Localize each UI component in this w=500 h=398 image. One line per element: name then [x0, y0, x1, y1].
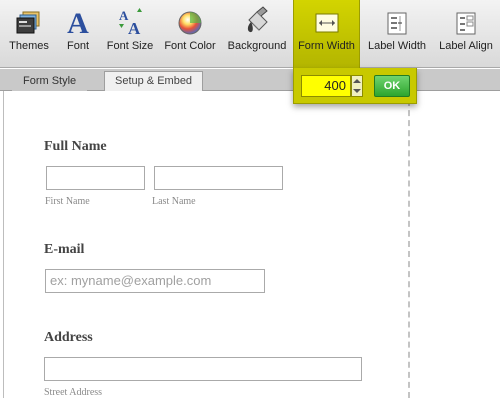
address-label: Address: [44, 330, 93, 345]
street-address-input[interactable]: [44, 357, 362, 381]
full-name-label: Full Name: [44, 139, 107, 154]
label-align-icon: [451, 0, 481, 36]
tab-bar: Form Style Setup & Embed: [0, 69, 500, 91]
tab-setup-embed[interactable]: Setup & Embed: [104, 71, 204, 91]
font-icon: A: [63, 0, 93, 36]
themes-icon: [14, 0, 44, 36]
label-width-label: Label Width: [367, 40, 427, 52]
font-size-label: Font Size: [106, 40, 154, 52]
tab-form-style[interactable]: Form Style: [12, 71, 88, 91]
first-name-input[interactable]: [46, 166, 145, 190]
form-width-button[interactable]: Form Width: [293, 0, 360, 68]
form-width-input[interactable]: 400: [301, 75, 351, 97]
svg-text:A: A: [128, 19, 141, 36]
form-width-icon: [312, 0, 342, 36]
form-width-label: Form Width: [298, 40, 355, 52]
label-width-button[interactable]: Label Width: [365, 0, 429, 68]
street-address-sublabel: Street Address: [44, 387, 103, 398]
background-label: Background: [227, 40, 287, 52]
font-button[interactable]: A Font: [60, 0, 96, 68]
label-align-label: Label Align: [439, 40, 493, 52]
label-width-icon: [382, 0, 412, 36]
form-width-guide[interactable]: [408, 100, 410, 398]
font-label: Font: [66, 40, 89, 52]
themes-button[interactable]: Themes: [4, 0, 54, 68]
font-color-icon: [175, 0, 205, 36]
email-input[interactable]: ex: myname@example.com: [45, 269, 265, 293]
font-size-icon: A A: [115, 0, 145, 36]
last-name-input[interactable]: [154, 166, 283, 190]
ok-button[interactable]: OK: [374, 75, 410, 97]
background-icon: [242, 0, 272, 36]
stepper-up-icon[interactable]: [352, 76, 362, 86]
stepper-down-icon[interactable]: [352, 86, 362, 96]
email-label: E-mail: [44, 242, 85, 257]
canvas-left-border: [3, 91, 4, 398]
form-width-popup: 400 OK: [293, 68, 417, 104]
label-align-button[interactable]: Label Align: [436, 0, 496, 68]
font-size-button[interactable]: A A Font Size: [104, 0, 156, 68]
font-color-button[interactable]: Font Color: [164, 0, 216, 68]
svg-text:A: A: [67, 7, 89, 36]
themes-label: Themes: [9, 40, 49, 52]
first-name-sublabel: First Name: [45, 196, 90, 207]
toolbar: Themes A Font A A Font Size Font Color B…: [0, 0, 500, 68]
font-color-label: Font Color: [164, 40, 216, 52]
background-button[interactable]: Background: [226, 0, 288, 68]
width-stepper[interactable]: [351, 75, 363, 97]
last-name-sublabel: Last Name: [152, 196, 196, 207]
